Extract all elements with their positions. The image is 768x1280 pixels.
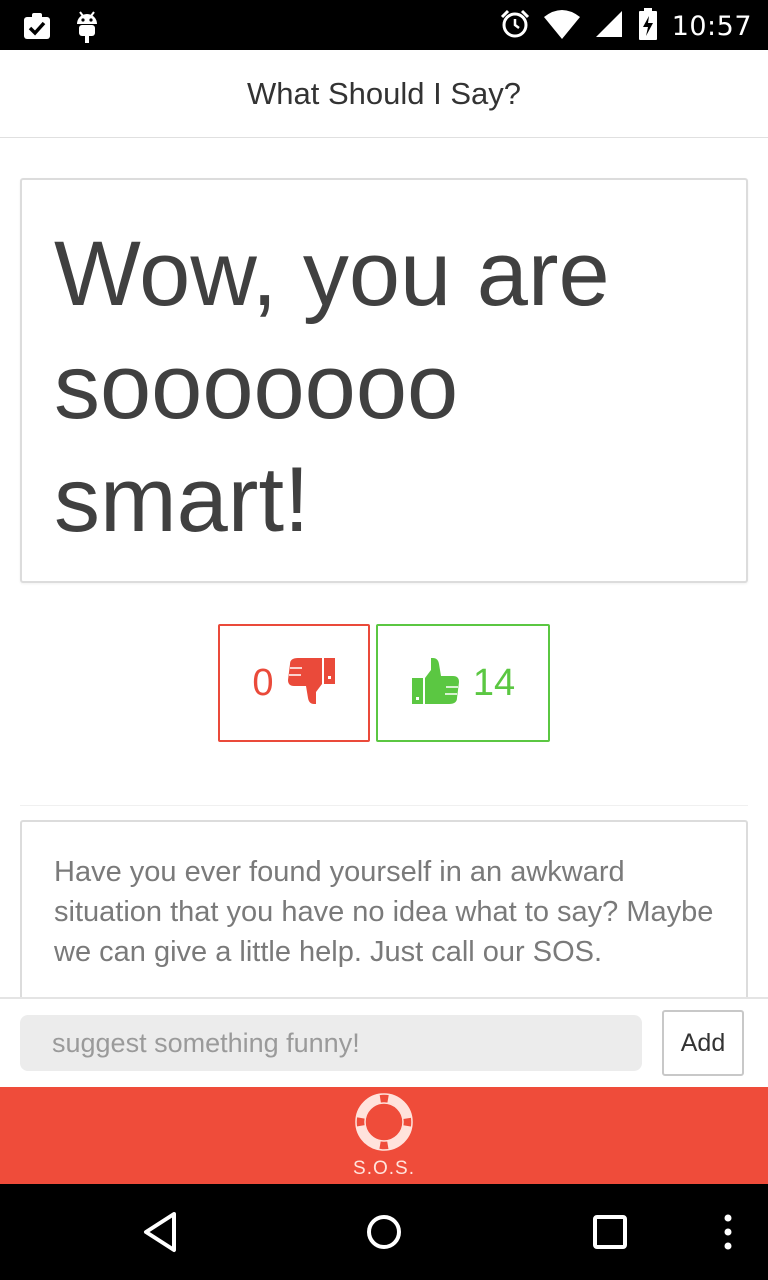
thumbs-up-icon bbox=[411, 656, 461, 711]
quote-text: Wow, you are sooooooo smart! bbox=[54, 223, 610, 551]
info-card: Have you ever found yourself in an awkwa… bbox=[20, 820, 748, 1020]
app-header: What Should I Say? bbox=[0, 50, 768, 138]
add-button[interactable]: Add bbox=[662, 1010, 744, 1076]
quote-card: Wow, you are sooooooo smart! bbox=[20, 178, 748, 583]
android-debug-icon bbox=[74, 9, 100, 48]
suggest-input[interactable] bbox=[20, 1015, 642, 1071]
sos-button[interactable]: S.O.S. bbox=[0, 1087, 768, 1184]
dislike-count: 0 bbox=[252, 661, 274, 704]
thumbs-down-icon bbox=[286, 656, 336, 711]
back-icon[interactable] bbox=[140, 1210, 180, 1259]
status-bar: 10:57 bbox=[0, 0, 768, 50]
cell-signal-icon bbox=[594, 9, 624, 44]
clock: 10:57 bbox=[671, 11, 752, 42]
battery-charging-icon bbox=[638, 8, 658, 45]
like-count: 14 bbox=[472, 661, 516, 704]
page-title: What Should I Say? bbox=[247, 75, 521, 111]
dislike-button[interactable]: 0 bbox=[218, 624, 370, 742]
sos-label: S.O.S. bbox=[353, 1158, 415, 1179]
overflow-menu-icon[interactable] bbox=[716, 1210, 740, 1259]
home-icon[interactable] bbox=[364, 1210, 404, 1259]
like-button[interactable]: 14 bbox=[376, 624, 550, 742]
recents-icon[interactable] bbox=[590, 1210, 630, 1259]
suggest-bar: Add bbox=[0, 997, 768, 1087]
alarm-icon bbox=[500, 9, 530, 44]
lifebuoy-icon bbox=[355, 1093, 413, 1156]
wifi-icon bbox=[543, 9, 580, 44]
clipboard-check-icon bbox=[22, 11, 52, 46]
info-text: Have you ever found yourself in an awkwa… bbox=[54, 856, 714, 968]
navigation-bar bbox=[0, 1184, 768, 1280]
divider bbox=[20, 805, 748, 806]
